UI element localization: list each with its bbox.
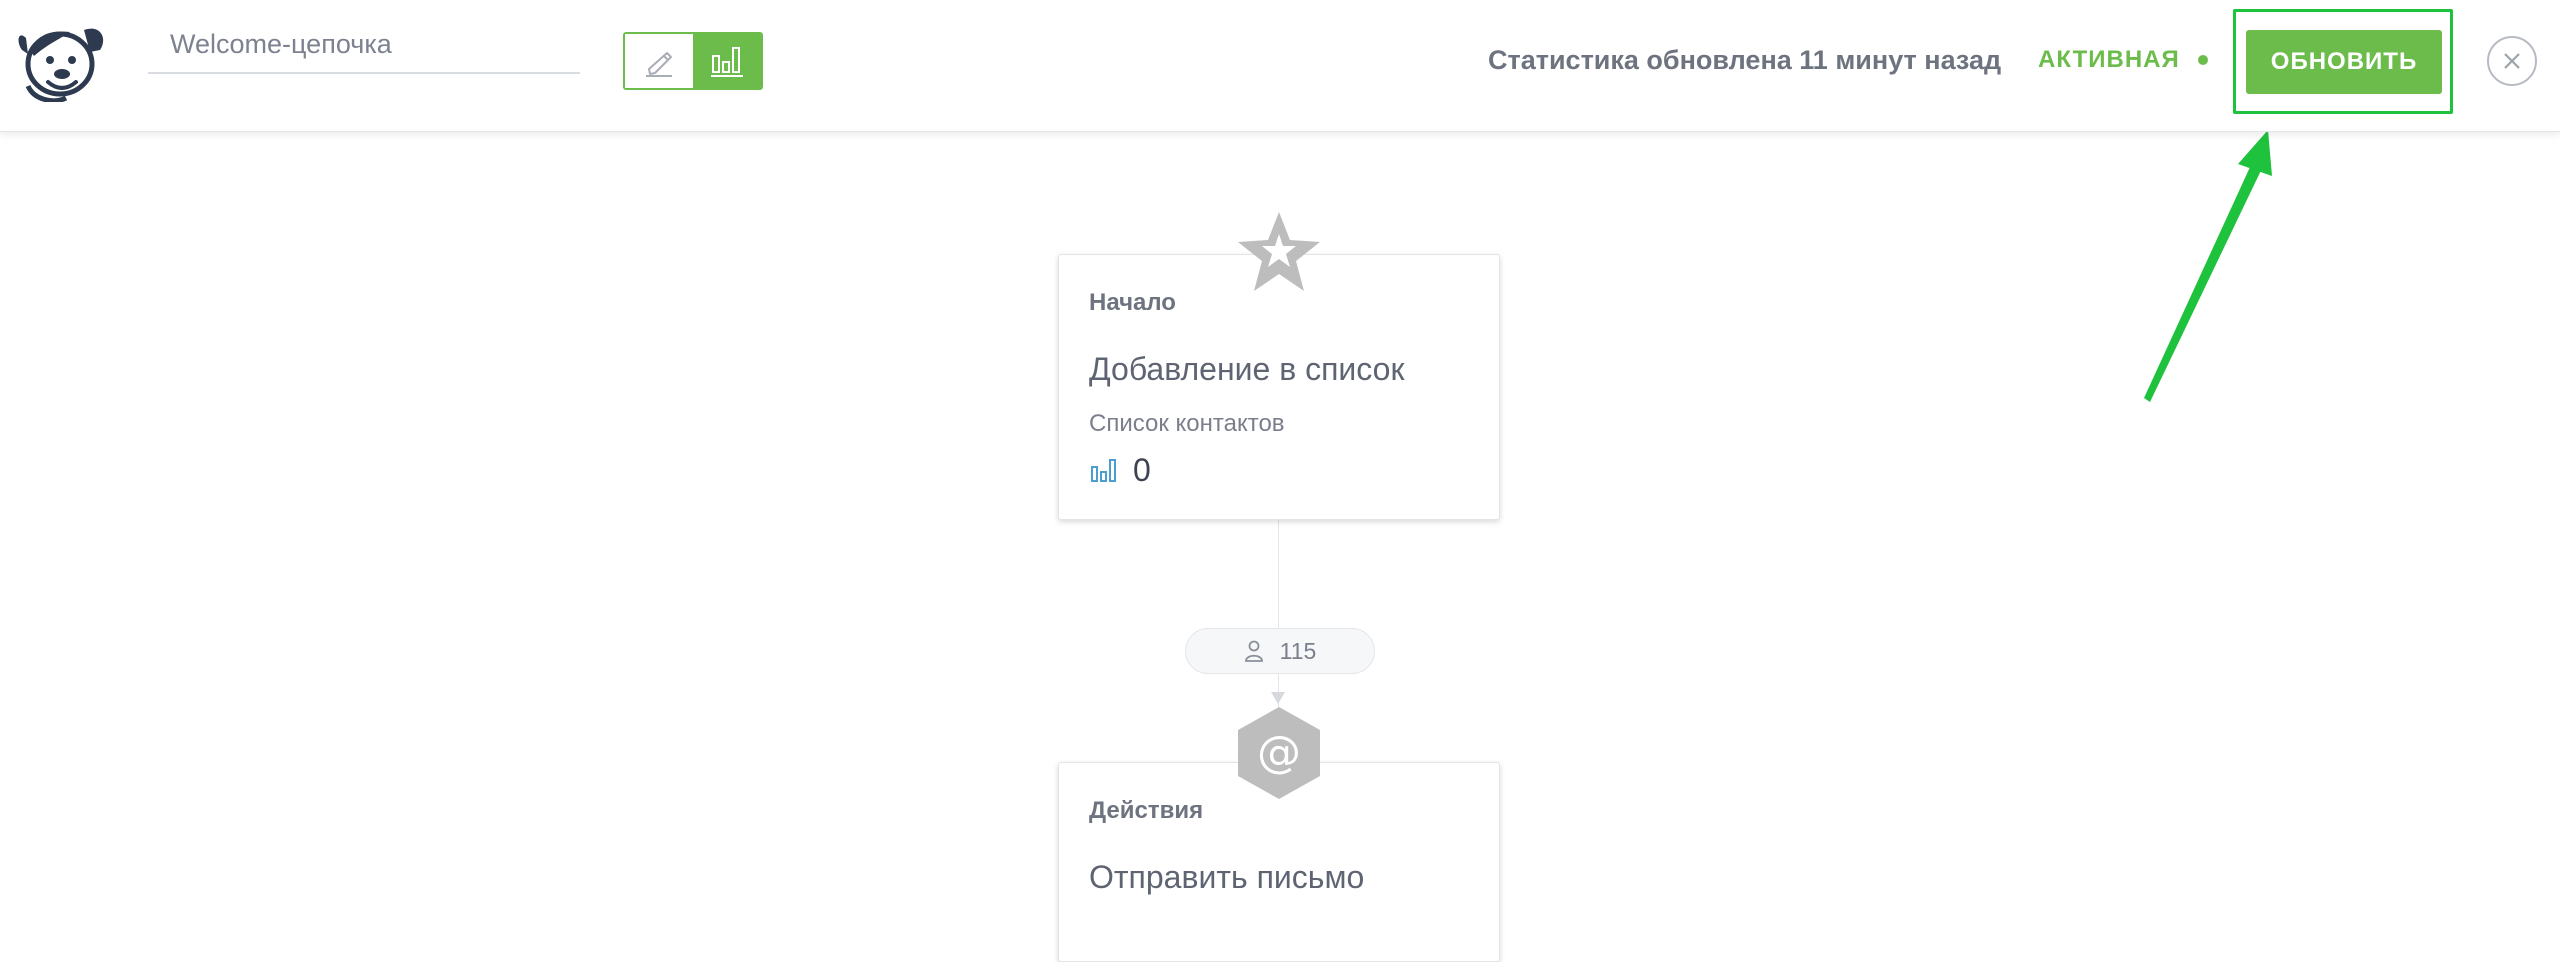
status-label: АКТИВНАЯ	[2038, 46, 2180, 73]
at-sign-hexagon-icon: @	[1236, 707, 1322, 799]
refresh-button[interactable]: ОБНОВИТЬ	[2246, 30, 2442, 94]
connector-arrowhead	[1271, 692, 1285, 704]
close-icon	[2504, 53, 2520, 69]
star-icon	[1236, 210, 1322, 296]
annotation-arrow	[2144, 130, 2272, 402]
at-sign-glyph: @	[1257, 727, 1301, 778]
person-icon	[1244, 640, 1263, 662]
node-kind: Действия	[1089, 797, 1204, 824]
top-bar: Статистика обновлена 11 минут назад АКТИ…	[0, 0, 2560, 132]
bar-chart-icon	[1091, 458, 1116, 482]
node-title: Отправить письмо	[1089, 859, 1365, 895]
bar-chart-icon	[711, 47, 743, 77]
chain-status: АКТИВНАЯ	[2038, 46, 2208, 74]
node-stat-value: 0	[1133, 452, 1151, 488]
stats-updated-text: Статистика обновлена 11 минут назад	[1488, 45, 2002, 75]
close-button[interactable]	[2487, 36, 2537, 86]
chain-name-input[interactable]	[148, 22, 580, 74]
node-stat: 0	[1089, 452, 1469, 489]
stats-mode-button[interactable]	[693, 34, 761, 88]
pencil-icon	[646, 52, 672, 77]
dog-mascot-logo[interactable]	[14, 20, 106, 102]
contacts-count: 115	[1279, 637, 1317, 664]
node-title: Добавление в список	[1089, 351, 1405, 387]
edit-mode-button[interactable]	[625, 34, 693, 88]
node-subtitle: Список контактов	[1089, 410, 1285, 437]
contacts-counter[interactable]: 115	[1185, 628, 1375, 674]
status-dot	[2197, 55, 2208, 65]
view-mode-toggle	[623, 32, 763, 90]
